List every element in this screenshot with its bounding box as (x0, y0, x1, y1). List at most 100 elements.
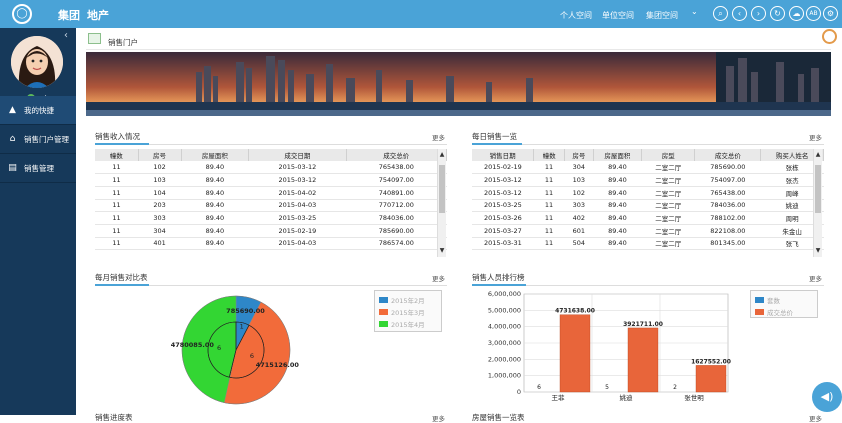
sidebar-item-my-shortcuts[interactable]: ▲ 我的快捷 (0, 96, 76, 125)
brand-label[interactable]: 集团 (58, 7, 80, 23)
sidebar-item-sales-management[interactable]: ▤ 销售管理 (0, 154, 76, 183)
y-tick-label: 0 (517, 388, 521, 396)
forward-icon[interactable]: › (751, 6, 766, 21)
scroll-up-icon[interactable]: ▲ (814, 151, 822, 158)
table-row[interactable]: 2015-03-311150489.40二室二厅801345.00张飞 (472, 237, 824, 250)
logo-icon[interactable]: ◯ (12, 4, 32, 24)
table-row[interactable]: 1130489.402015-02-19785690.00 (95, 224, 447, 237)
col-price[interactable]: 成交总价 (346, 149, 446, 161)
pie-outer-label: 4715126.00 (256, 361, 300, 369)
table-row[interactable]: 2015-03-121110389.40二室二厅754097.00张杰 (472, 174, 824, 187)
income-more-link[interactable]: 更多 (432, 132, 445, 142)
scroll-thumb[interactable] (439, 165, 445, 213)
tab-underline (95, 284, 149, 286)
table-cell: 2015-04-03 (249, 199, 346, 212)
sidebar-item-sales-portal[interactable]: ⌂ 销售门户管理 (0, 125, 76, 154)
col-sale-date[interactable]: 销售日期 (472, 149, 534, 161)
monthly-pie-chart: 785690.004715126.004780085.00166 (171, 288, 301, 413)
cloud-icon[interactable]: ☁ (789, 6, 804, 21)
scroll-down-icon[interactable]: ▼ (438, 247, 446, 254)
voice-assistant-icon[interactable]: ◀) (812, 382, 842, 412)
group-space-link[interactable]: 集团空间 (646, 10, 678, 21)
bar-legend: 套数 成交总价 (750, 290, 818, 318)
table-cell: 401 (138, 237, 181, 250)
bar-price-label: 3921711.00 (623, 321, 663, 328)
daily-scrollbar[interactable]: ▲ ▼ (813, 149, 822, 257)
bar-price[interactable] (628, 328, 658, 392)
col-building[interactable]: 幢数 (534, 149, 565, 161)
table-row[interactable]: 2015-02-191130489.40二室二厅785690.00张栋 (472, 161, 824, 174)
col-building[interactable]: 幢数 (95, 149, 138, 161)
col-price[interactable]: 成交总价 (695, 149, 761, 161)
table-row[interactable]: 1110289.402015-03-12765438.00 (95, 161, 447, 174)
pie-inner-label: 6 (250, 352, 254, 360)
banner-image (86, 52, 831, 116)
pie-inner-label: 1 (240, 323, 244, 331)
settings-icon[interactable]: ⚙ (823, 6, 838, 21)
color-wheel-icon[interactable] (822, 29, 837, 44)
legend-label: 套数 (767, 297, 780, 305)
brand-subtitle[interactable]: 地产 (87, 7, 109, 23)
back-icon[interactable]: ‹ (732, 6, 747, 21)
col-room[interactable]: 房号 (564, 149, 593, 161)
table-row[interactable]: 2015-03-271160189.40二室二厅822108.00朱金山 (472, 224, 824, 237)
table-row[interactable]: 2015-03-261140289.40二室二厅788102.00周明 (472, 212, 824, 225)
income-scrollbar[interactable]: ▲ ▼ (437, 149, 446, 257)
home-icon: ⌂ (7, 134, 18, 145)
personal-space-link[interactable]: 个人空间 (560, 10, 592, 21)
legend-item[interactable]: 2015年3月 (379, 307, 425, 317)
scroll-up-icon[interactable]: ▲ (438, 151, 446, 158)
legend-item[interactable]: 成交总价 (755, 307, 793, 317)
avatar[interactable] (11, 36, 63, 88)
legend-item[interactable]: 套数 (755, 295, 780, 305)
legend-item[interactable]: 2015年4月 (379, 319, 425, 329)
col-room[interactable]: 房号 (138, 149, 181, 161)
table-row[interactable]: 1110389.402015-03-12754097.00 (95, 174, 447, 187)
table-cell: 2015-03-12 (249, 174, 346, 187)
table-row[interactable]: 1110489.402015-04-02740891.00 (95, 186, 447, 199)
table-cell: 303 (138, 212, 181, 225)
pie-legend: 2015年2月 2015年3月 2015年4月 (374, 290, 442, 332)
ab-icon[interactable]: AB (806, 6, 821, 21)
daily-more-link[interactable]: 更多 (809, 132, 822, 142)
table-row[interactable]: 2015-03-251130389.40二室二厅784036.00姚迪 (472, 199, 824, 212)
rank-more-link[interactable]: 更多 (809, 273, 822, 283)
top-bar: ◯ 集团 地产 个人空间 单位空间 集团空间 ⌄ ⌕ ‹ › ↻ ☁ AB ⚙ (0, 0, 842, 28)
search-icon[interactable]: ⌕ (713, 6, 728, 21)
scroll-down-icon[interactable]: ▼ (814, 247, 822, 254)
page-title: 销售门户 (108, 37, 138, 48)
legend-swatch (755, 309, 764, 315)
table-cell: 二室二厅 (642, 161, 695, 174)
table-cell: 504 (564, 237, 593, 250)
table-cell: 2015-03-12 (472, 174, 534, 187)
table-cell: 89.40 (593, 212, 641, 225)
col-layout[interactable]: 房型 (642, 149, 695, 161)
monthly-more-link[interactable]: 更多 (432, 273, 445, 283)
legend-item[interactable]: 2015年2月 (379, 295, 425, 305)
table-row[interactable]: 1130389.402015-03-25784036.00 (95, 212, 447, 225)
table-cell: 2015-03-12 (472, 186, 534, 199)
unit-space-link[interactable]: 单位空间 (602, 10, 634, 21)
scroll-thumb[interactable] (815, 165, 821, 213)
bar-price[interactable] (696, 365, 726, 392)
legend-label: 2015年2月 (391, 297, 425, 305)
table-cell: 11 (95, 237, 138, 250)
table-cell: 102 (138, 161, 181, 174)
col-area[interactable]: 房屋面积 (593, 149, 641, 161)
bar-count-label: 5 (605, 384, 609, 391)
table-row[interactable]: 1120389.402015-04-03770712.00 (95, 199, 447, 212)
bar-price[interactable] (560, 315, 590, 392)
title-divider (86, 49, 831, 50)
collapse-sidebar-icon[interactable]: ‹ (64, 30, 68, 41)
table-cell: 89.40 (181, 237, 249, 250)
table-row[interactable]: 1140189.402015-04-03786574.00 (95, 237, 447, 250)
group-space-dropdown-icon[interactable]: ⌄ (691, 7, 698, 16)
table-cell: 二室二厅 (642, 224, 695, 237)
table-cell: 786574.00 (346, 237, 446, 250)
table-cell: 11 (534, 212, 565, 225)
refresh-icon[interactable]: ↻ (770, 6, 785, 21)
col-area[interactable]: 房屋面积 (181, 149, 249, 161)
col-date[interactable]: 成交日期 (249, 149, 346, 161)
table-row[interactable]: 2015-03-121110289.40二室二厅765438.00周峰 (472, 186, 824, 199)
bar-count-label: 2 (673, 384, 677, 391)
